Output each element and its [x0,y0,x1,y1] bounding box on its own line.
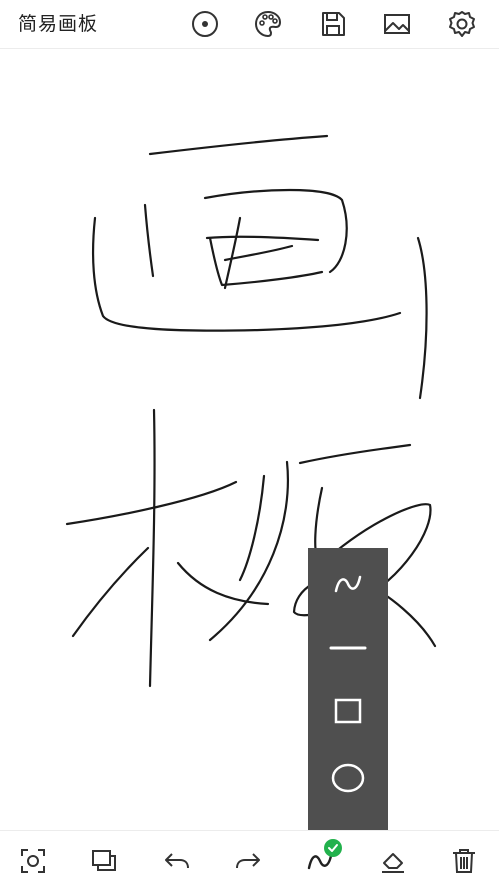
top-toolbar: 简易画板 [0,0,499,49]
delete-button[interactable] [442,839,486,883]
layers-icon [92,850,116,871]
stroke [223,216,242,290]
active-check-icon [324,839,342,857]
stroke [148,408,156,688]
layers-button[interactable] [82,839,126,883]
stroke [298,443,412,465]
bottom-toolbar [0,830,499,890]
stroke [223,244,294,262]
freehand-shape-button[interactable] [308,554,388,614]
stroke [416,236,428,400]
redo-icon [236,853,260,869]
stroke [65,480,238,526]
undo-icon [165,853,189,869]
color-palette-button[interactable] [248,4,288,44]
app-title: 简易画板 [18,13,99,35]
save-icon [322,12,345,36]
stroke [143,203,155,278]
line-shape-button[interactable] [308,618,388,678]
freehand-icon [334,575,362,593]
stroke [238,474,266,582]
circle-shape-button[interactable] [308,748,388,808]
line-icon [329,646,367,650]
stroke [92,216,402,332]
stroke [71,546,150,638]
settings-button[interactable] [442,4,482,44]
eraser-icon [382,853,404,873]
save-button[interactable] [313,4,353,44]
rectangle-shape-button[interactable] [308,682,388,742]
image-icon [384,14,410,34]
redo-button[interactable] [226,839,270,883]
image-button[interactable] [377,4,417,44]
fit-screen-icon [21,849,45,873]
drawing-canvas[interactable] [0,49,499,830]
stroke [148,134,329,156]
undo-button[interactable] [155,839,199,883]
brush-size-button[interactable] [185,4,225,44]
canvas-drawing [65,134,437,688]
stroke [205,235,320,242]
palette-icon [255,11,281,37]
stroke [176,561,270,606]
fit-screen-button[interactable] [11,839,55,883]
delete-icon [453,849,475,873]
eraser-button[interactable] [371,839,415,883]
settings-icon [449,11,475,37]
pen-mode-button[interactable] [298,839,342,883]
brush-size-icon [192,11,218,37]
shape-menu [308,548,388,830]
circle-icon [331,763,365,793]
rectangle-icon [334,698,362,724]
